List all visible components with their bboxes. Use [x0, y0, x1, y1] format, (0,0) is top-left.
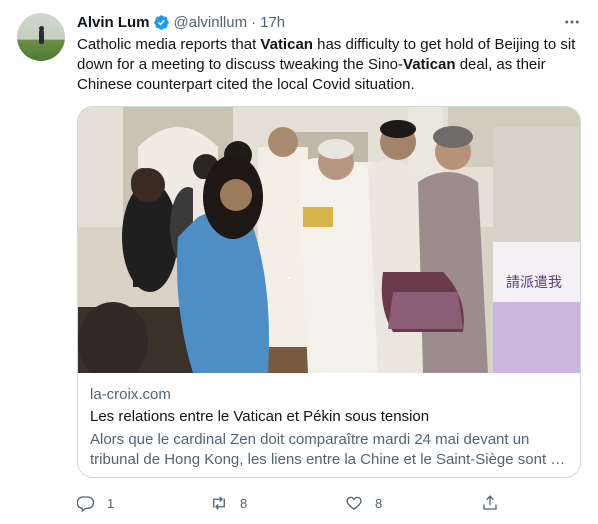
tweet-actions: 1 8 8 — [77, 492, 582, 514]
avatar-figure — [39, 30, 44, 44]
retweet-button[interactable]: 8 — [210, 492, 247, 514]
card-title[interactable]: Les relations entre le Vatican et Pékin … — [90, 408, 429, 425]
card-description[interactable]: Alors que le cardinal Zen doit comparaît… — [90, 430, 570, 470]
tweet-time[interactable]: 17h — [260, 14, 285, 31]
tweet-header: Alvin Lum @alvinllum · 17h — [77, 12, 285, 32]
tweet-text-highlight: Vatican — [260, 36, 313, 53]
reply-count: 1 — [107, 495, 115, 511]
separator-dot: · — [251, 13, 257, 31]
tweet-text-part: Catholic media reports that — [77, 36, 261, 53]
card-image[interactable]: 請派遣我 — [78, 107, 580, 373]
like-count: 8 — [375, 495, 383, 511]
reply-button[interactable]: 1 — [77, 492, 114, 514]
tweet-text-highlight: Vatican — [403, 56, 456, 73]
author-name[interactable]: Alvin Lum — [77, 14, 150, 31]
retweet-count: 8 — [240, 495, 248, 511]
tweet[interactable]: Alvin Lum @alvinllum · 17h Catholic medi… — [0, 0, 598, 524]
reply-icon — [77, 496, 95, 512]
like-button[interactable]: 8 — [345, 492, 382, 514]
more-dots-icon[interactable] — [561, 12, 583, 32]
link-card[interactable]: 請派遣我 la-croix.com Les relations entre le… — [77, 106, 581, 478]
share-button[interactable] — [481, 492, 499, 514]
avatar[interactable] — [17, 13, 65, 61]
share-icon — [483, 495, 497, 510]
author-handle[interactable]: @alvinllum — [174, 14, 248, 31]
retweet-icon — [213, 496, 225, 510]
card-image-banner-text: 請派遣我 — [506, 275, 562, 291]
tweet-text: Catholic media reports that Vatican has … — [77, 35, 582, 95]
card-domain[interactable]: la-croix.com — [90, 386, 171, 403]
verified-badge-icon — [153, 14, 169, 30]
heart-icon — [346, 496, 362, 510]
